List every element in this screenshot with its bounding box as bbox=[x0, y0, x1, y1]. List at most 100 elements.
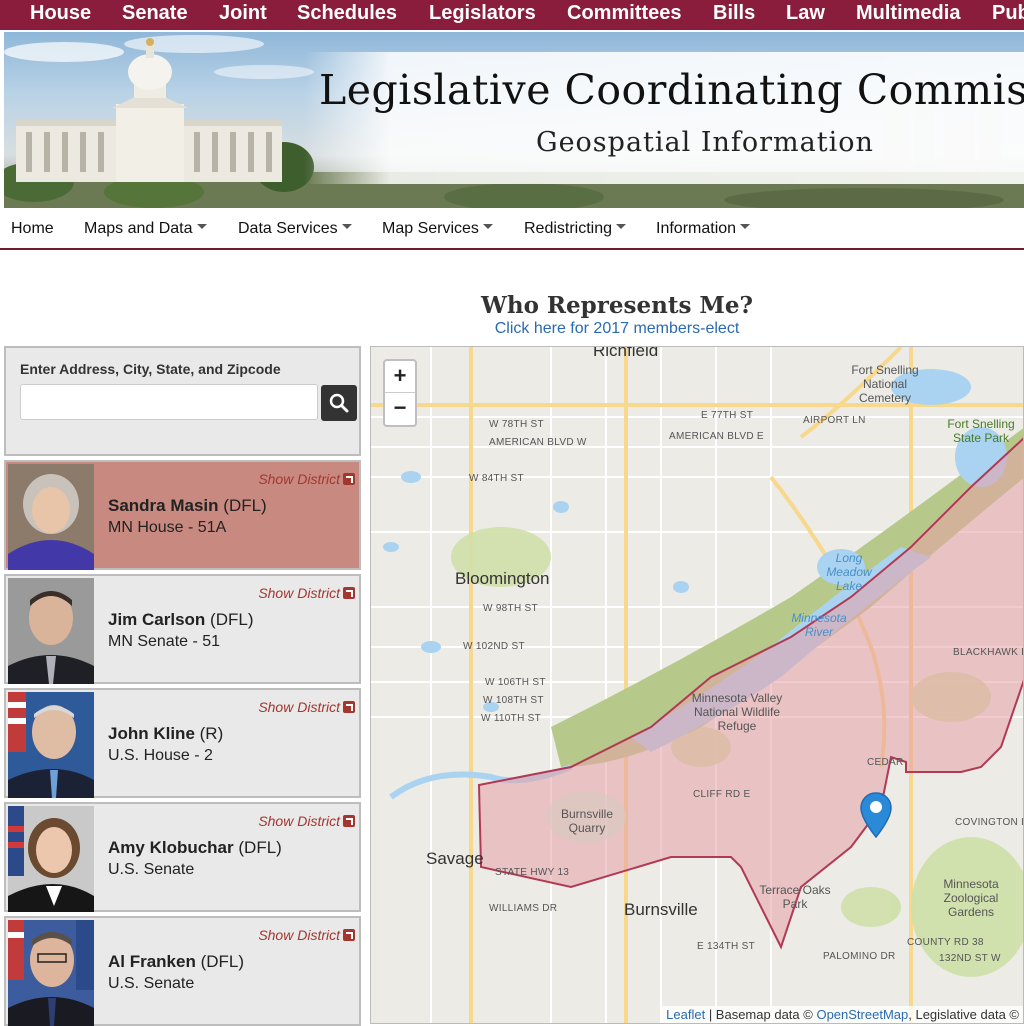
external-link-icon bbox=[343, 587, 355, 599]
subnav-map-services[interactable]: Map Services bbox=[382, 220, 493, 238]
legislator-photo bbox=[8, 464, 94, 570]
street-label: WILLIAMS DR bbox=[489, 903, 558, 914]
map-canvas[interactable] bbox=[371, 347, 1024, 1024]
nav-multimedia[interactable]: Multimedia bbox=[856, 0, 960, 26]
zoom-out-button[interactable]: − bbox=[385, 393, 415, 425]
city-label: Burnsville bbox=[624, 900, 698, 919]
place-label: Terrace Oaks Park bbox=[759, 883, 831, 911]
caret-down-icon bbox=[616, 224, 627, 230]
nav-bills[interactable]: Bills bbox=[713, 0, 755, 26]
street-label: W 106TH ST bbox=[485, 677, 546, 688]
street-label: AMERICAN BLVD W bbox=[489, 437, 587, 448]
legislator-party: (DFL) bbox=[210, 610, 254, 629]
street-label: BLACKHAWK RD bbox=[953, 647, 1023, 658]
legislator-name-text: Sandra Masin bbox=[108, 496, 219, 515]
zoom-in-button[interactable]: + bbox=[385, 361, 415, 393]
show-district-link[interactable]: Show District bbox=[258, 927, 355, 943]
legislator-name-text: Amy Klobuchar bbox=[108, 838, 234, 857]
subnav-redistricting[interactable]: Redistricting bbox=[524, 220, 627, 238]
legislator-name-text: John Kline bbox=[108, 724, 195, 743]
subnav-information[interactable]: Information bbox=[656, 220, 751, 238]
map-attribution: Leaflet | Basemap data © OpenStreetMap, … bbox=[662, 1006, 1023, 1023]
legislator-party: (R) bbox=[199, 724, 224, 743]
legislator-party: (DFL) bbox=[223, 496, 267, 515]
legislator-card[interactable]: Show District Al Franken (DFL) U.S. Sena… bbox=[4, 916, 361, 1026]
nav-committees[interactable]: Committees bbox=[567, 0, 681, 26]
subnav-maps-and-data[interactable]: Maps and Data bbox=[84, 220, 207, 238]
district-map[interactable]: + − Richfield Bloomington Savage Burnsvi… bbox=[370, 346, 1024, 1024]
legislator-office: MN House - 51A bbox=[108, 519, 227, 536]
external-link-icon bbox=[343, 815, 355, 827]
legislator-card[interactable]: Show District Jim Carlson (DFL) MN Senat… bbox=[4, 574, 361, 684]
legislator-card[interactable]: Show District John Kline (R) U.S. House … bbox=[4, 688, 361, 798]
nav-legislators[interactable]: Legislators bbox=[429, 0, 536, 26]
caret-down-icon bbox=[740, 224, 751, 230]
legislator-office: U.S. Senate bbox=[108, 861, 195, 878]
attribution-text: | Basemap data © bbox=[705, 1007, 817, 1022]
caret-down-icon bbox=[482, 224, 493, 230]
show-district-label: Show District bbox=[258, 471, 340, 487]
place-label: Fort Snelling National Cemetery bbox=[851, 363, 919, 405]
place-label: Fort Snelling State Park bbox=[947, 417, 1015, 445]
street-label: W 84TH ST bbox=[469, 473, 524, 484]
water-label: Minnesota River bbox=[791, 611, 847, 639]
address-search-panel: Enter Address, City, State, and Zipcode bbox=[4, 346, 361, 456]
city-label: Richfield bbox=[593, 346, 659, 360]
legislator-office: MN Senate - 51 bbox=[108, 633, 221, 650]
attribution-text: , Legislative data © bbox=[908, 1007, 1019, 1022]
search-icon bbox=[329, 393, 349, 413]
top-nav: House Senate Joint Schedules Legislators… bbox=[0, 0, 1024, 30]
subnav-data-services[interactable]: Data Services bbox=[238, 220, 352, 238]
nav-schedules[interactable]: Schedules bbox=[297, 0, 397, 26]
subnav-home[interactable]: Home bbox=[11, 220, 54, 238]
search-button[interactable] bbox=[321, 385, 357, 421]
legislator-photo bbox=[8, 920, 94, 1026]
street-label: PALOMINO DR bbox=[823, 951, 896, 962]
nav-law[interactable]: Law bbox=[786, 0, 825, 26]
street-label: E 77TH ST bbox=[701, 410, 754, 421]
sub-nav: Home Maps and Data Data Services Map Ser… bbox=[0, 210, 1024, 250]
legislator-photo bbox=[8, 578, 94, 684]
nav-senate[interactable]: Senate bbox=[122, 0, 188, 26]
legislator-name: John Kline (R) bbox=[108, 724, 223, 744]
street-label: 132ND ST W bbox=[939, 953, 1001, 964]
location-marker-icon[interactable] bbox=[859, 791, 893, 839]
street-label: COVINGTON LN bbox=[955, 817, 1023, 828]
address-search-input[interactable] bbox=[20, 384, 318, 420]
show-district-link[interactable]: Show District bbox=[258, 585, 355, 601]
street-label: AIRPORT LN bbox=[803, 415, 866, 426]
city-label: Savage bbox=[426, 849, 484, 868]
show-district-link[interactable]: Show District bbox=[258, 471, 355, 487]
caret-down-icon bbox=[196, 224, 207, 230]
external-link-icon bbox=[343, 929, 355, 941]
subnav-data-services-label: Data Services bbox=[238, 220, 338, 237]
site-title: Legislative Coordinating Commis bbox=[319, 66, 1024, 114]
subnav-map-services-label: Map Services bbox=[382, 220, 479, 237]
legislator-name: Sandra Masin (DFL) bbox=[108, 496, 267, 516]
legislator-office: U.S. Senate bbox=[108, 975, 195, 992]
legislator-photo bbox=[8, 806, 94, 912]
show-district-label: Show District bbox=[258, 585, 340, 601]
street-label: CLIFF RD E bbox=[693, 789, 751, 800]
nav-public[interactable]: Pub bbox=[992, 0, 1024, 26]
members-elect-link[interactable]: Click here for 2017 members-elect bbox=[0, 320, 1024, 338]
legislator-name: Amy Klobuchar (DFL) bbox=[108, 838, 282, 858]
show-district-label: Show District bbox=[258, 699, 340, 715]
legislator-card[interactable]: Show District Sandra Masin (DFL) MN Hous… bbox=[4, 460, 361, 570]
show-district-label: Show District bbox=[258, 927, 340, 943]
city-label: Bloomington bbox=[455, 569, 550, 588]
show-district-link[interactable]: Show District bbox=[258, 699, 355, 715]
nav-joint[interactable]: Joint bbox=[219, 0, 267, 26]
legislator-name-text: Jim Carlson bbox=[108, 610, 206, 629]
osm-link[interactable]: OpenStreetMap bbox=[816, 1007, 908, 1022]
legislator-card[interactable]: Show District Amy Klobuchar (DFL) U.S. S… bbox=[4, 802, 361, 912]
nav-house[interactable]: House bbox=[30, 0, 91, 26]
legislator-name: Al Franken (DFL) bbox=[108, 952, 244, 972]
leaflet-link[interactable]: Leaflet bbox=[666, 1007, 705, 1022]
show-district-link[interactable]: Show District bbox=[258, 813, 355, 829]
street-label: AMERICAN BLVD E bbox=[669, 431, 764, 442]
subnav-information-label: Information bbox=[656, 220, 737, 237]
street-label: W 108TH ST bbox=[483, 695, 544, 706]
zoom-control: + − bbox=[383, 359, 417, 427]
external-link-icon bbox=[343, 701, 355, 713]
